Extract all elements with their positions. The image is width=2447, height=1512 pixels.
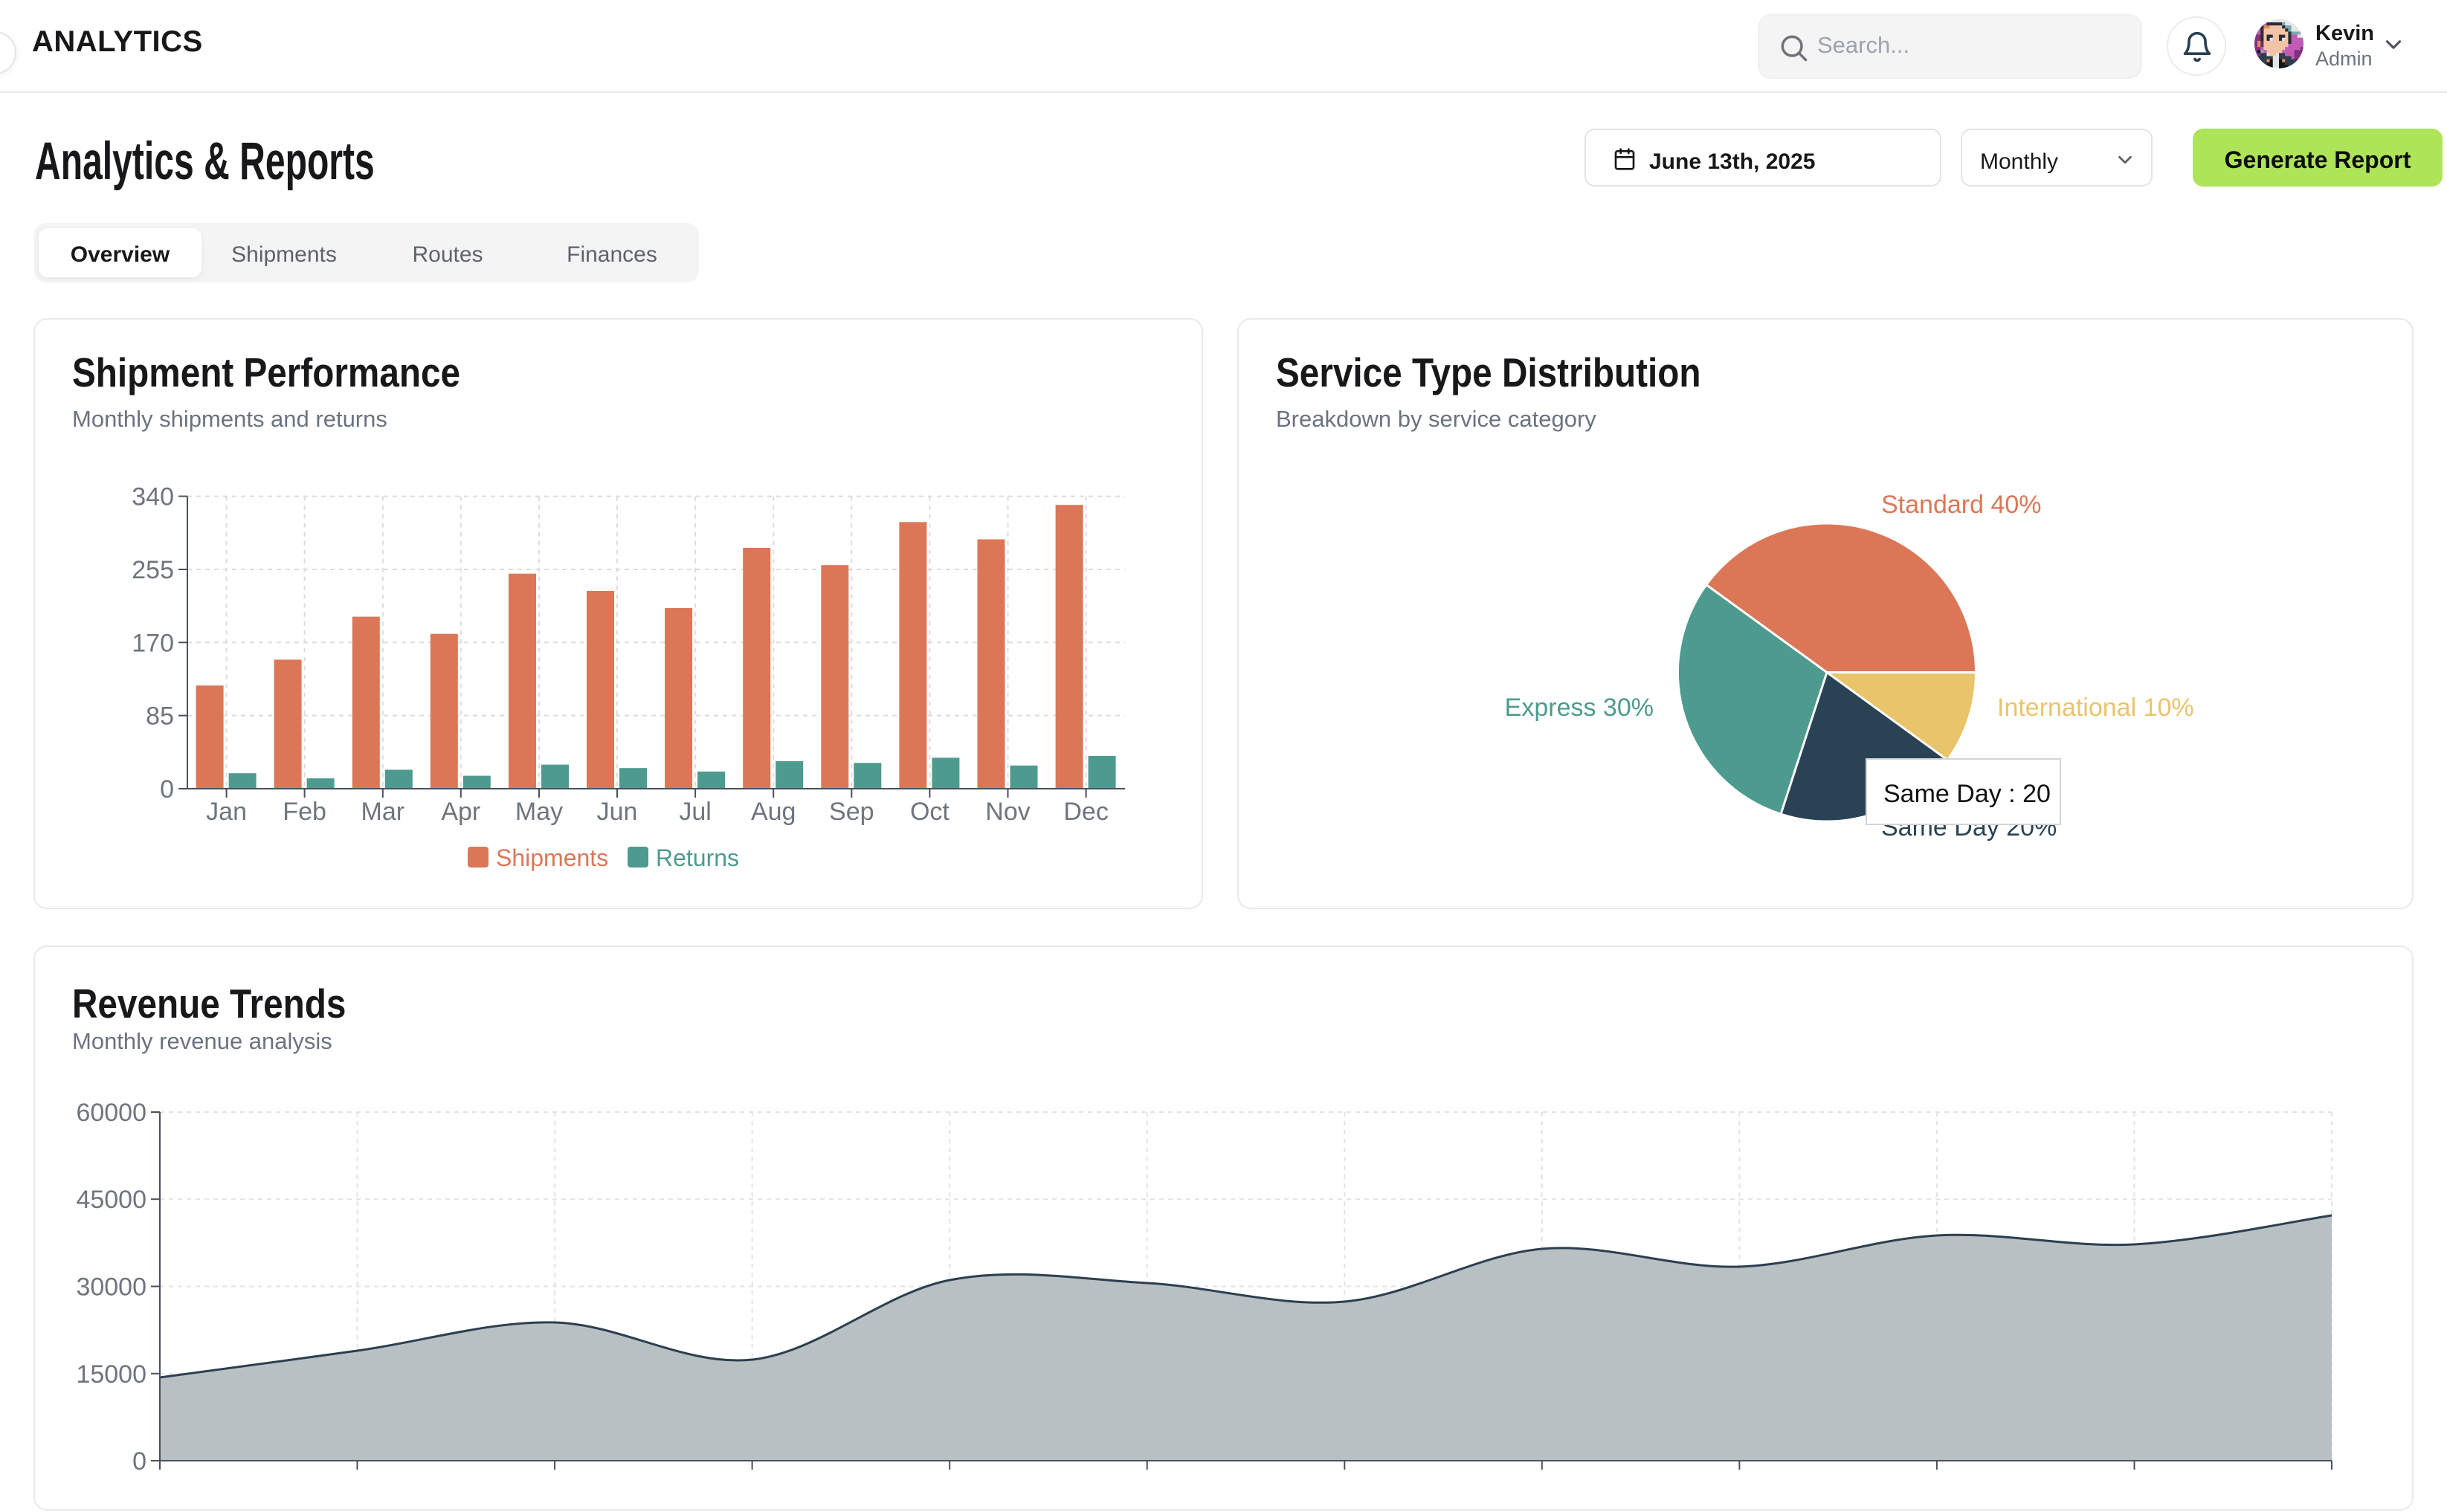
svg-text:255: 255 — [132, 556, 174, 584]
svg-text:Apr: Apr — [441, 798, 480, 826]
svg-text:Shipments: Shipments — [496, 844, 608, 871]
svg-text:Standard 40%: Standard 40% — [1881, 491, 2042, 519]
svg-text:May: May — [515, 798, 563, 826]
svg-text:Dec: Dec — [1063, 798, 1108, 826]
svg-text:85: 85 — [146, 702, 174, 731]
svg-text:Nov: Nov — [985, 798, 1030, 826]
svg-text:30000: 30000 — [76, 1273, 146, 1302]
svg-text:45000: 45000 — [76, 1186, 146, 1214]
svg-text:Aug: Aug — [751, 798, 796, 826]
svg-text:Jan: Jan — [206, 798, 247, 826]
svg-text:International 10%: International 10% — [1997, 694, 2194, 722]
svg-text:340: 340 — [132, 483, 174, 511]
svg-text:15000: 15000 — [76, 1360, 146, 1389]
svg-text:Jul: Jul — [679, 798, 711, 826]
svg-text:Oct: Oct — [910, 798, 950, 826]
svg-text:0: 0 — [160, 775, 174, 804]
svg-text:0: 0 — [132, 1447, 146, 1476]
svg-text:Returns: Returns — [656, 844, 739, 871]
svg-text:Feb: Feb — [283, 798, 326, 826]
svg-text:170: 170 — [132, 629, 174, 657]
svg-text:Jun: Jun — [597, 798, 638, 826]
svg-text:Mar: Mar — [361, 798, 405, 826]
svg-text:60000: 60000 — [76, 1099, 146, 1127]
svg-text:Express 30%: Express 30% — [1505, 694, 1654, 722]
svg-text:Sep: Sep — [829, 798, 874, 826]
